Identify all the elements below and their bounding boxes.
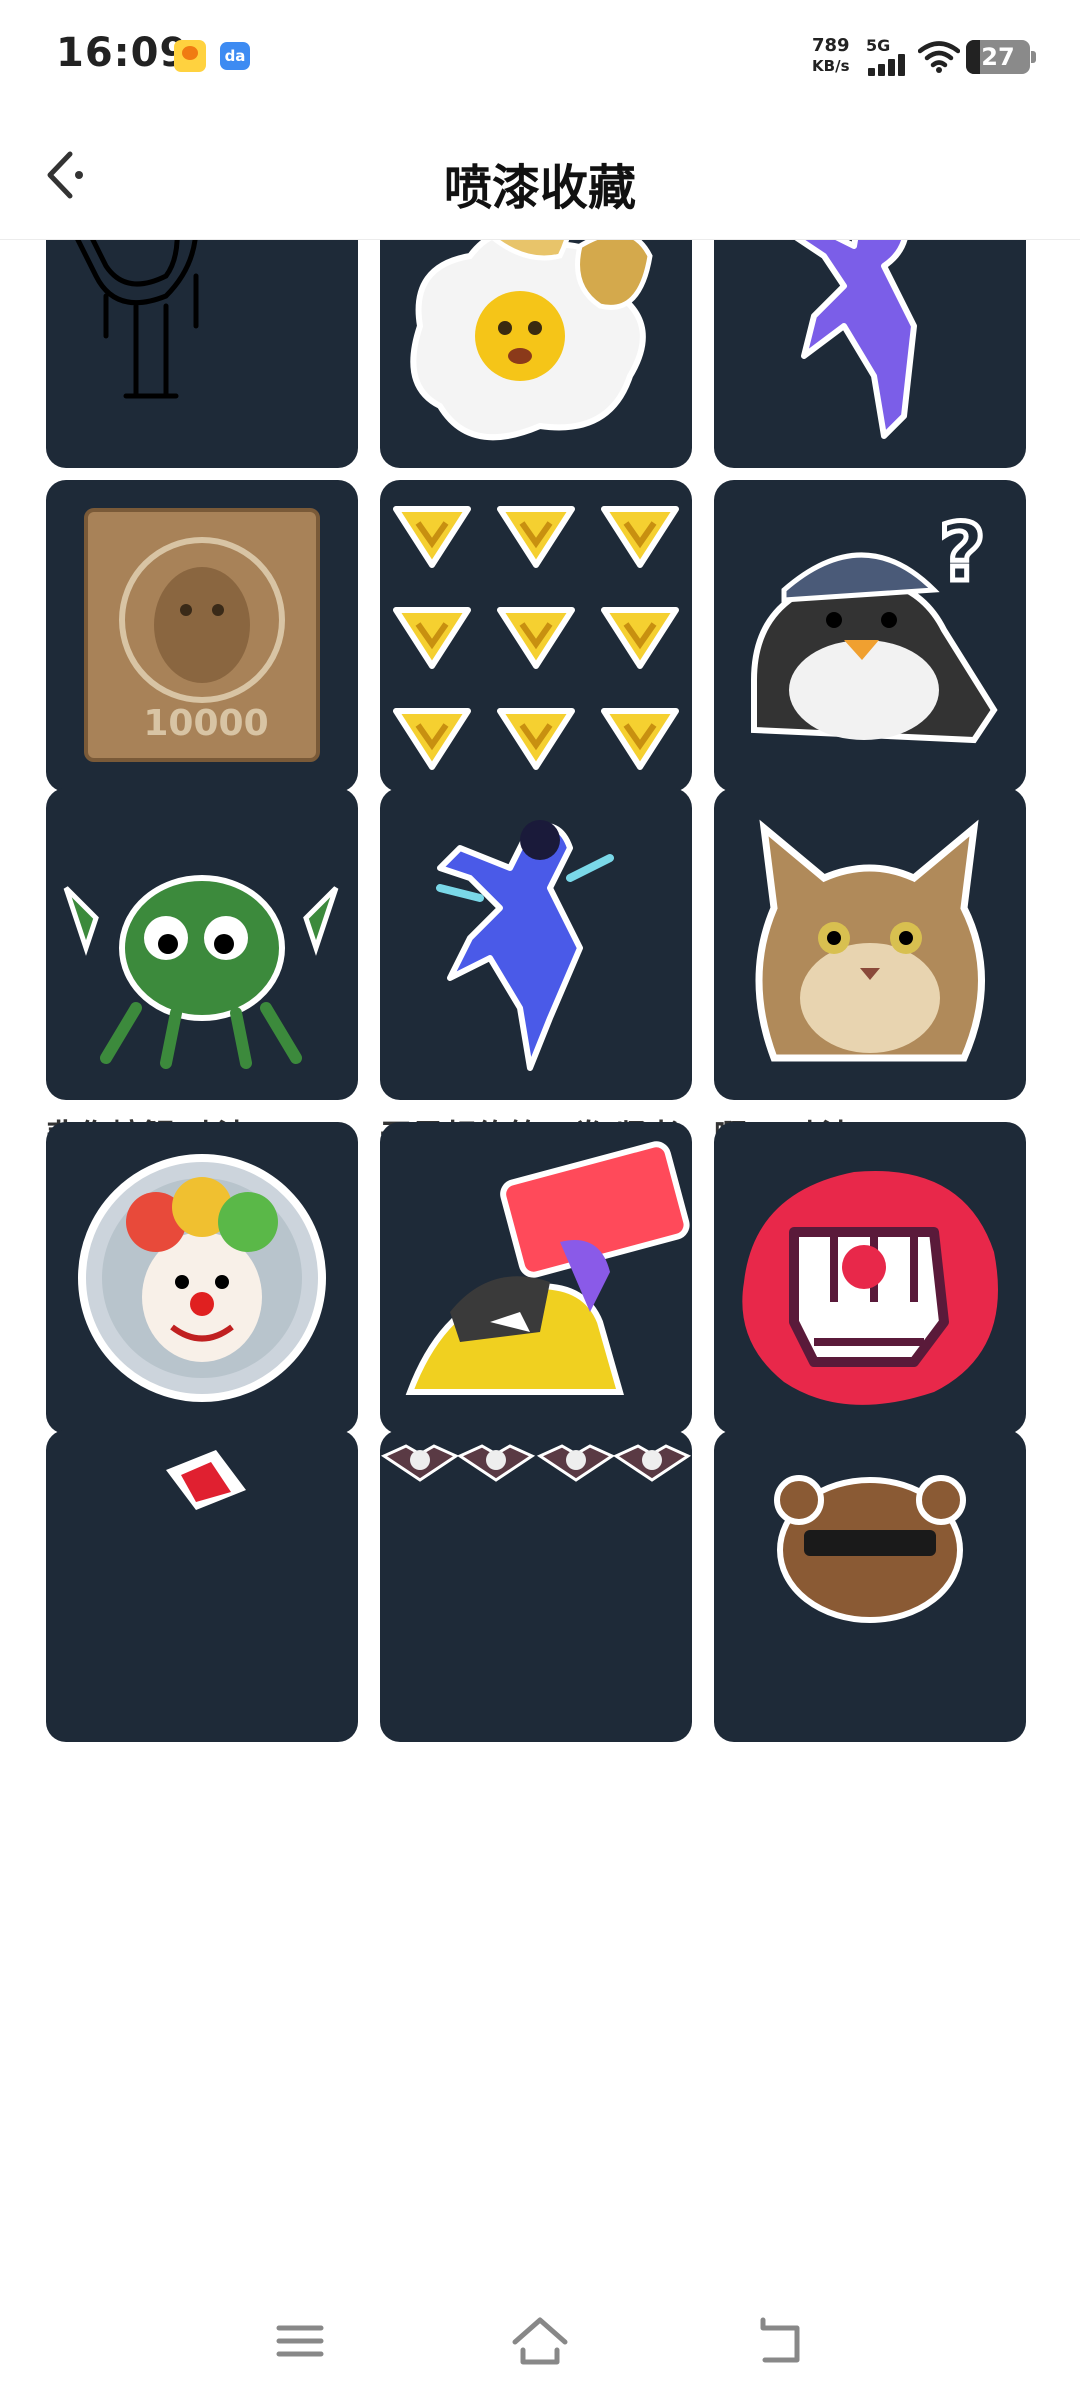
spray-thumbnail[interactable] <box>714 788 1026 1100</box>
battery-level: 27 <box>981 43 1015 71</box>
spray-thumbnail[interactable]: ? <box>714 480 1026 792</box>
spray-thumbnail[interactable] <box>380 480 692 792</box>
spray-collection-list[interactable]: 食腐鸟 喷漆2025-10-27 05:5…终章：蛋碎 喷漆2025-10-16… <box>0 240 1080 2282</box>
svg-text:?: ? <box>939 506 985 599</box>
spray-artwork <box>63 875 339 1069</box>
spray-thumbnail[interactable] <box>714 1122 1026 1434</box>
spray-artwork: ? <box>751 504 998 744</box>
spray-thumbnail[interactable] <box>46 788 358 1100</box>
spray-artwork <box>742 1171 998 1405</box>
spray-thumbnail[interactable] <box>46 1122 358 1434</box>
spray-artwork <box>78 1154 326 1402</box>
notification-app-icon-2: da <box>220 42 250 70</box>
spray-artwork <box>410 240 653 441</box>
spray-thumbnail[interactable] <box>380 788 692 1100</box>
spray-artwork <box>380 1444 692 1482</box>
spray-thumbnail[interactable] <box>46 1430 358 1742</box>
spray-card[interactable] <box>46 1430 358 1742</box>
menu-icon[interactable] <box>265 2306 335 2376</box>
spray-card[interactable] <box>714 1430 1026 1742</box>
spray-artwork <box>166 1450 246 1510</box>
spray-artwork <box>393 506 679 770</box>
page-title: 喷漆收藏 <box>443 160 636 216</box>
network-speed-value: 789 <box>812 35 850 56</box>
spray-thumbnail[interactable] <box>380 1430 692 1742</box>
signal-icon <box>868 54 910 76</box>
return-icon[interactable] <box>745 2306 815 2376</box>
network-speed-unit: KB/s <box>812 57 850 75</box>
spray-thumbnail[interactable] <box>380 240 692 468</box>
spray-thumbnail[interactable] <box>380 1122 692 1434</box>
spray-artwork: 10000 <box>84 508 320 762</box>
spray-artwork <box>436 820 614 1071</box>
network-type: 5G <box>866 36 891 55</box>
spray-artwork <box>755 819 985 1062</box>
header: 喷漆收藏 <box>0 110 1080 240</box>
network-speed: 789 KB/s <box>812 36 850 76</box>
system-nav-bar <box>0 2282 1080 2400</box>
status-time: 16:09 <box>56 30 189 76</box>
home-icon[interactable] <box>505 2306 575 2376</box>
svg-text:10000: 10000 <box>143 703 268 744</box>
spray-artwork <box>75 240 199 399</box>
wifi-icon <box>918 41 960 73</box>
spray-thumbnail[interactable] <box>714 1430 1026 1742</box>
spray-artwork <box>405 1141 690 1395</box>
spray-thumbnail[interactable] <box>714 240 1026 468</box>
spray-artwork <box>794 240 917 439</box>
spray-thumbnail[interactable]: 10000 <box>46 480 358 792</box>
spray-card[interactable] <box>380 1430 692 1742</box>
status-bar: 16:09 da 789 KB/s 5G 27 <box>0 0 1080 110</box>
spray-artwork <box>774 1475 966 1623</box>
battery-icon: 27 <box>966 40 1036 74</box>
notification-app-icon <box>174 40 206 72</box>
spray-thumbnail[interactable] <box>46 240 358 468</box>
